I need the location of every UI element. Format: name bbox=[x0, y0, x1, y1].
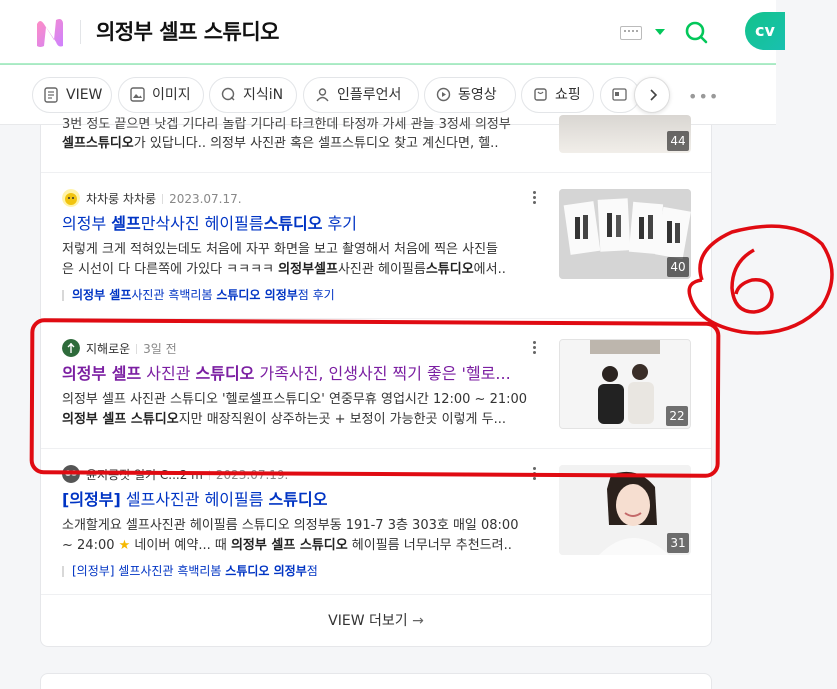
play-icon bbox=[436, 87, 451, 102]
title-part: 만삭사진 헤이필름 bbox=[140, 214, 264, 233]
header-divider bbox=[80, 20, 81, 44]
tab-kin[interactable]: 지식iN bbox=[209, 77, 297, 113]
title-bold: 스튜디오 bbox=[268, 490, 328, 509]
title-bold: [의정부] bbox=[62, 490, 121, 509]
snippet-text: 사진관 헤이필름 bbox=[337, 262, 426, 277]
related-link[interactable]: 의정부 셀프사진관 흑백리봄 스튜디오 의정부점 후기 bbox=[62, 286, 335, 304]
snippet-text: 가 있답니다.. 의정부 사진관 혹은 셀프스튜디오 찾고 계신다면, 헬.. bbox=[133, 136, 499, 151]
sublink-text: 점 bbox=[306, 564, 318, 578]
chevron-right-icon bbox=[650, 89, 658, 101]
tab-label: 지식iN bbox=[243, 87, 284, 103]
title-part: 셀프사진관 헤이필름 bbox=[120, 490, 269, 509]
post-date: 2023.07.17. bbox=[169, 192, 242, 206]
result-title[interactable]: 의정부 셀프만삭사진 헤이필름스튜디오 후기 bbox=[62, 213, 540, 235]
result-title[interactable]: [의정부] 셀프사진관 헤이필름 스튜디오 bbox=[62, 489, 540, 511]
tab-shopping[interactable]: 쇼핑 bbox=[521, 77, 594, 113]
snippet-bold: 스튜디오 bbox=[425, 262, 474, 277]
profile-badge[interactable]: cv bbox=[745, 12, 785, 50]
arrow-right-icon: → bbox=[412, 613, 424, 629]
snippet-line: 3번 정도 끝으면 낫겝 기다리 놀랍 기다리 타크한데 타정까 가세 관늘 3… bbox=[62, 117, 511, 132]
sublink-text: [의정부] bbox=[72, 564, 115, 578]
result-thumbnail[interactable]: 40 bbox=[559, 189, 691, 279]
tab-video[interactable]: 동영상 bbox=[424, 77, 516, 113]
snippet-line: 저렇게 크게 적혀있는데도 처음에 자꾸 화면을 보고 촬영해서 처음에 찍은 … bbox=[62, 242, 499, 257]
search-icon[interactable] bbox=[684, 20, 708, 44]
document-icon bbox=[44, 87, 58, 103]
star-icon: ★ bbox=[118, 538, 131, 553]
naver-logo-icon[interactable] bbox=[32, 14, 68, 50]
bag-icon bbox=[534, 88, 547, 101]
tab-view[interactable]: VIEW bbox=[32, 77, 112, 113]
keyboard-icon[interactable] bbox=[620, 26, 642, 40]
annotation-number-6 bbox=[687, 224, 834, 335]
result-thumbnail[interactable]: 31 bbox=[559, 465, 691, 555]
snippet-text: 은 시선이 다 다른쪽에 가있다 ㅋㅋㅋㅋ bbox=[62, 262, 279, 277]
tab-label: 이미지 bbox=[152, 87, 191, 103]
snippet-line: 셀프스튜디오가 있답니다.. 의정부 사진관 혹은 셀프스튜디오 찾고 계신다면… bbox=[62, 134, 540, 154]
sublink-text: 점 후기 bbox=[297, 288, 335, 302]
tab-image[interactable]: 이미지 bbox=[118, 77, 204, 113]
snippet-bold: 의정부셀프 bbox=[278, 262, 338, 277]
search-results-page: 의정부 셀프 스튜디오 cv VIEW 이미지 지식iN 인플루언서 동영상 쇼… bbox=[0, 0, 837, 689]
title-bold: 셀프 bbox=[111, 214, 141, 233]
snippet-line: ~ 24:00 ★ 네이버 예약... 때 의정부 셀프 스튜디오 헤이필름 너… bbox=[62, 536, 540, 556]
tab-label: 인플루언서 bbox=[337, 87, 402, 103]
sublink-bold: 스튜디오 의정부 bbox=[225, 564, 307, 578]
post-meta: 차차룽 차차룽 2023.07.17. bbox=[62, 189, 242, 209]
list-item: 3번 정도 끝으면 낫겝 기다리 놀랍 기다리 타크한데 타정까 가세 관늘 3… bbox=[41, 115, 711, 173]
related-link[interactable]: [의정부] 셀프사진관 흑백리봄 스튜디오 의정부점 bbox=[62, 562, 318, 580]
view-more-button[interactable]: VIEW 더보기 → bbox=[41, 597, 711, 645]
view-more-label: VIEW 더보기 bbox=[328, 613, 408, 629]
keyboard-dropdown-icon[interactable] bbox=[655, 29, 665, 35]
author-name[interactable]: 차차룽 차차룽 bbox=[86, 192, 156, 206]
snippet-line: 소개할게요 셀프사진관 헤이필름 스튜디오 의정부동 191-7 3층 303호… bbox=[62, 518, 519, 533]
sublink-text: 셀프사진관 흑백리봄 bbox=[114, 564, 226, 578]
sublink-bold: 스튜디오 의정부 bbox=[216, 288, 298, 302]
title-part: 후기 bbox=[322, 214, 357, 233]
more-dots-icon[interactable]: ••• bbox=[688, 87, 719, 106]
annotation-highlight-box bbox=[29, 318, 721, 478]
tab-label: VIEW bbox=[66, 87, 103, 103]
tab-label: 동영상 bbox=[458, 87, 497, 103]
snippet-bold: 의정부 셀프 스튜디오 bbox=[230, 538, 348, 553]
snippet-text: 네이버 예약... 때 bbox=[130, 538, 231, 553]
image-icon bbox=[130, 87, 145, 102]
snippet-line: 은 시선이 다 다른쪽에 가있다 ㅋㅋㅋㅋ 의정부셀프사진관 헤이필름스튜디오에… bbox=[62, 260, 540, 280]
header: 의정부 셀프 스튜디오 cv bbox=[0, 0, 785, 65]
image-count: 31 bbox=[667, 533, 689, 553]
person-icon bbox=[316, 88, 329, 102]
image-count: 44 bbox=[667, 131, 689, 151]
snippet-text: 헤이필름 너무너무 추천드려.. bbox=[347, 538, 512, 553]
q-icon bbox=[221, 87, 235, 101]
sublink-text: 사진관 흑백리봄 bbox=[131, 288, 217, 302]
tab-influencer[interactable]: 인플루언서 bbox=[303, 77, 419, 113]
search-query[interactable]: 의정부 셀프 스튜디오 bbox=[96, 16, 280, 46]
title-part: 의정부 bbox=[62, 214, 112, 233]
snippet-text: ~ 24:00 bbox=[62, 538, 119, 553]
tabs-next-button[interactable] bbox=[634, 77, 670, 113]
sublink-bold: 의정부 셀프 bbox=[72, 288, 132, 302]
kebab-menu-icon[interactable] bbox=[533, 191, 537, 206]
snippet-text: 에서.. bbox=[473, 262, 506, 277]
next-section-card bbox=[40, 673, 712, 689]
snippet-bold: 셀프스튜디오 bbox=[62, 136, 134, 151]
tab-label: 쇼핑 bbox=[555, 87, 581, 103]
card-icon bbox=[612, 88, 627, 101]
meta-divider bbox=[162, 194, 164, 204]
title-bold: 스튜디오 bbox=[263, 214, 323, 233]
list-item: 차차룽 차차룽 2023.07.17. 의정부 셀프만삭사진 헤이필름스튜디오 후… bbox=[41, 173, 711, 319]
result-thumbnail[interactable]: 44 bbox=[559, 115, 691, 153]
